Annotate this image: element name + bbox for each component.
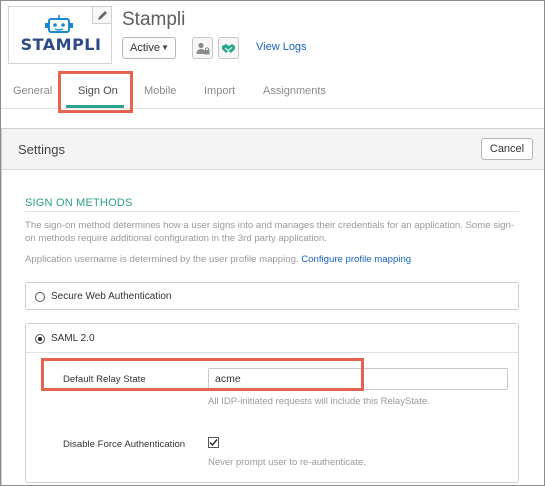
pencil-icon bbox=[97, 10, 107, 20]
tab-assignments[interactable]: Assignments bbox=[263, 85, 326, 97]
app-title: Stampli bbox=[122, 9, 186, 30]
robot-logo-icon bbox=[45, 15, 73, 33]
section-divider bbox=[25, 211, 519, 212]
saml-radio[interactable] bbox=[35, 333, 45, 344]
handshake-icon bbox=[222, 43, 235, 53]
force-auth-checkbox[interactable] bbox=[208, 437, 219, 448]
sign-on-methods-heading: SIGN ON METHODS bbox=[25, 197, 133, 209]
view-logs-link[interactable]: View Logs bbox=[256, 41, 307, 53]
swa-label: Secure Web Authentication bbox=[51, 291, 172, 302]
settings-title: Settings bbox=[18, 142, 65, 157]
status-value: Active bbox=[130, 42, 160, 54]
configure-profile-mapping-link[interactable]: Configure profile mapping bbox=[301, 254, 411, 265]
relay-state-hint: All IDP-initiated requests will include … bbox=[208, 396, 430, 407]
status-dropdown[interactable]: Active ▼ bbox=[122, 37, 176, 59]
cancel-button[interactable]: Cancel bbox=[481, 138, 533, 160]
saml-label: SAML 2.0 bbox=[51, 333, 95, 344]
swa-option-card[interactable]: Secure Web Authentication bbox=[25, 282, 519, 310]
user-lock-icon bbox=[196, 42, 209, 54]
profile-mapping-text: Application username is determined by th… bbox=[25, 254, 411, 265]
tab-import[interactable]: Import bbox=[204, 85, 235, 97]
app-window: STAMPLI Stampli Active ▼ View Logs Gener… bbox=[0, 0, 545, 486]
user-lock-button[interactable] bbox=[192, 37, 213, 59]
sign-on-description: The sign-on method determines how a user… bbox=[25, 220, 515, 244]
chevron-down-icon: ▼ bbox=[161, 43, 169, 52]
checkmark-icon bbox=[209, 439, 218, 447]
swa-radio-row[interactable]: Secure Web Authentication bbox=[35, 291, 171, 302]
tab-mobile[interactable]: Mobile bbox=[144, 85, 176, 97]
sign-on-tab-highlight bbox=[58, 71, 133, 113]
force-auth-hint: Never prompt user to re-authenticate. bbox=[208, 457, 366, 468]
settings-header: Settings Cancel bbox=[2, 129, 544, 170]
saml-header: SAML 2.0 bbox=[26, 324, 518, 353]
relay-state-highlight bbox=[41, 358, 364, 391]
mapping-text: Application username is determined by th… bbox=[25, 254, 299, 265]
swa-radio[interactable] bbox=[35, 291, 45, 302]
tab-general[interactable]: General bbox=[13, 85, 52, 97]
edit-logo-button[interactable] bbox=[92, 6, 112, 24]
saml-radio-row[interactable]: SAML 2.0 bbox=[35, 333, 95, 344]
force-auth-label: Disable Force Authentication bbox=[63, 439, 186, 450]
logo-text: STAMPLI bbox=[20, 35, 102, 54]
handshake-button[interactable] bbox=[218, 37, 239, 59]
